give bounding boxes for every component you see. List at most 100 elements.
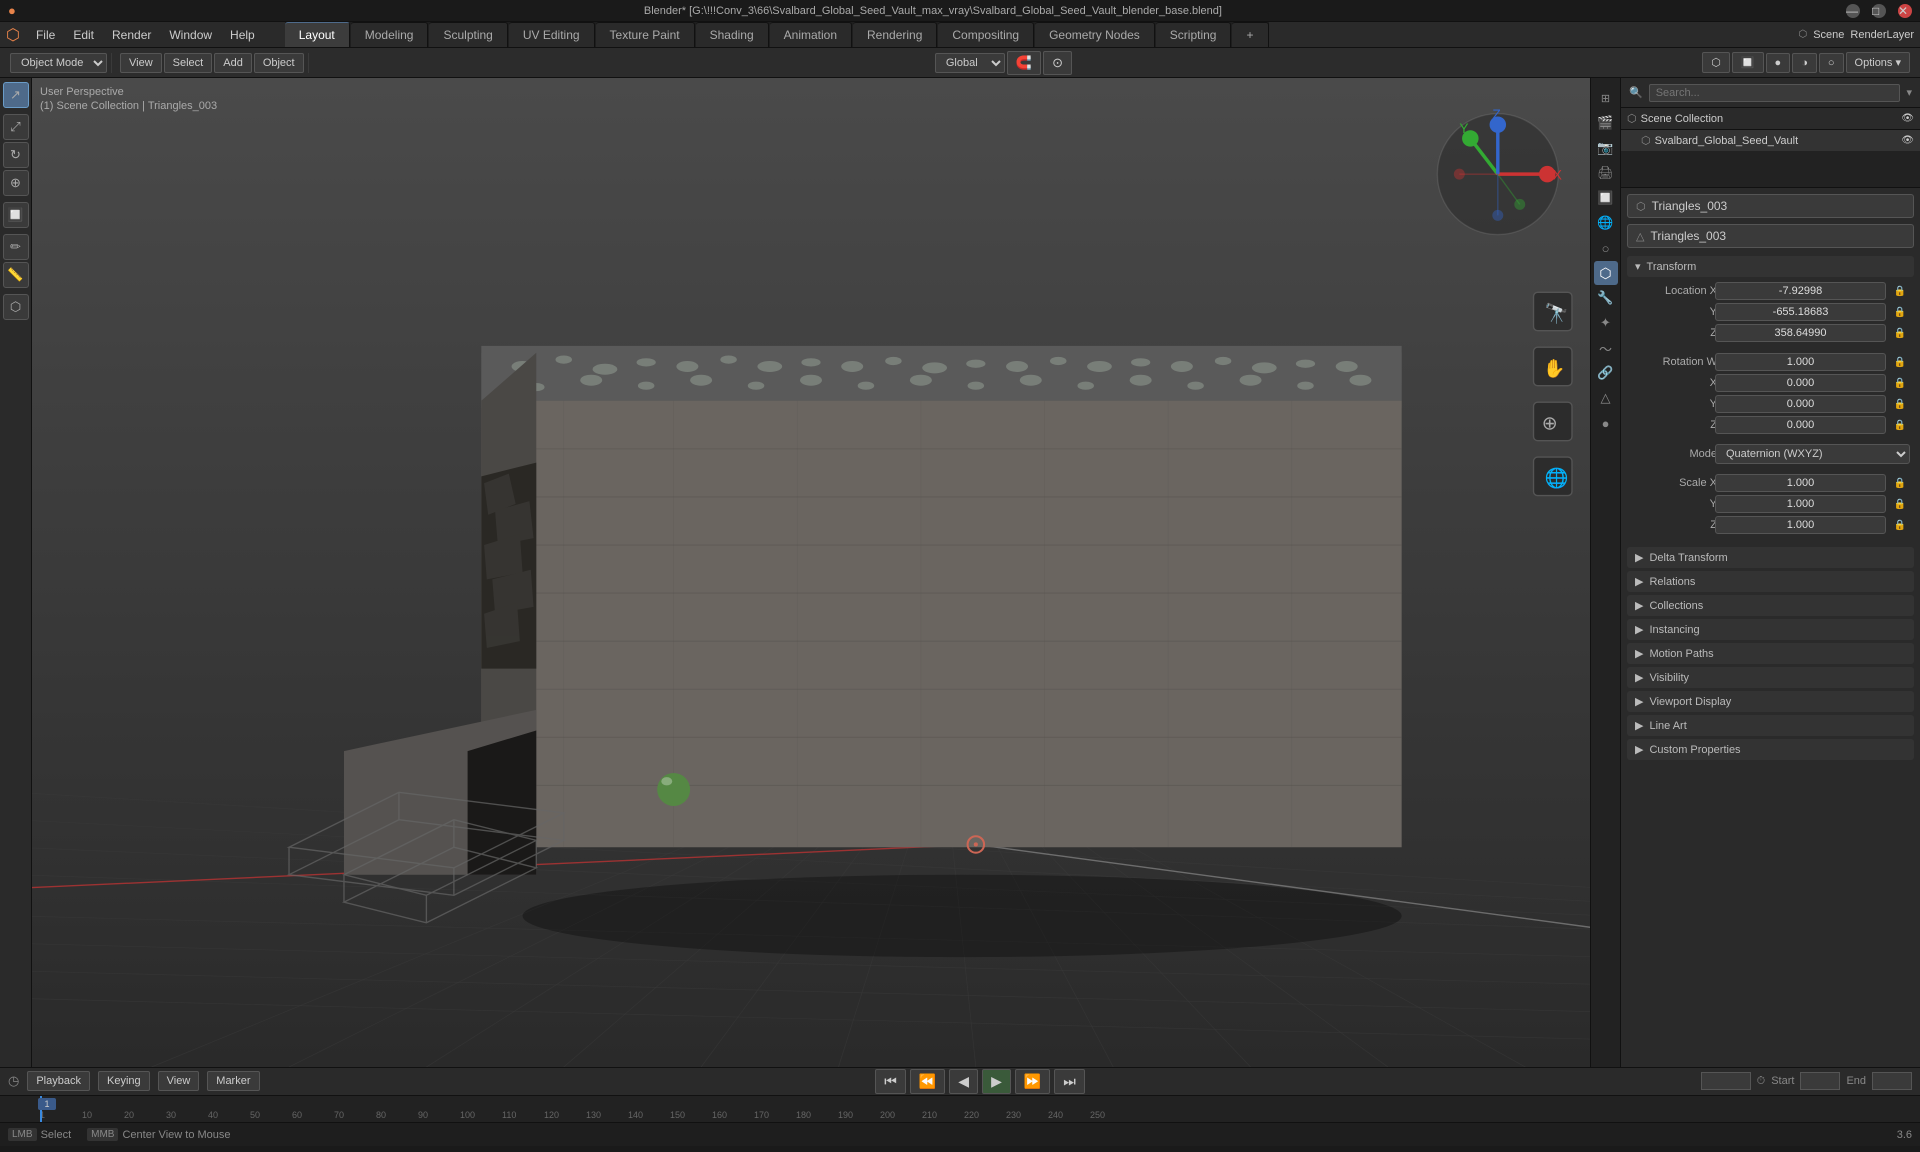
viewport-3d[interactable]: X Y Z 🔭 [32, 78, 1590, 1067]
menu-file[interactable]: File [28, 26, 63, 44]
jump-end-btn[interactable]: ⏭ [1054, 1069, 1085, 1094]
playback-btn[interactable]: Playback [27, 1071, 90, 1091]
overlay-btn[interactable]: ⬡ [1702, 52, 1730, 73]
transform-section-header[interactable]: ▾ Transform [1627, 256, 1914, 277]
tool-select[interactable]: ↗ [3, 82, 29, 108]
location-z-lock[interactable]: 🔒 [1890, 328, 1910, 339]
sub-object-name-display[interactable]: Triangles_003 [1650, 229, 1726, 243]
object-name-outliner[interactable]: Svalbard_Global_Seed_Vault [1655, 135, 1799, 147]
rotation-mode-select[interactable]: Quaternion (WXYZ) XYZ Euler Axis Angle [1715, 444, 1910, 464]
menu-help[interactable]: Help [222, 26, 263, 44]
tab-compositing[interactable]: Compositing [938, 22, 1034, 47]
viewport-shading-solid[interactable]: ● [1766, 53, 1791, 73]
rotation-x-lock[interactable]: 🔒 [1890, 378, 1910, 389]
viewport-shading-rendered[interactable]: ○ [1819, 53, 1844, 73]
rotation-x-value[interactable]: 0.000 [1715, 374, 1886, 392]
timeline-view-btn[interactable]: View [158, 1071, 200, 1091]
line-art-section[interactable]: ▶ Line Art [1627, 715, 1914, 736]
tool-transform[interactable]: 🔲 [3, 202, 29, 228]
view-btn[interactable]: View [120, 53, 162, 73]
prop-icon-world[interactable]: ○ [1594, 236, 1618, 260]
play-btn[interactable]: ▶ [982, 1069, 1011, 1094]
scale-z-lock[interactable]: 🔒 [1890, 520, 1910, 531]
object-btn[interactable]: Object [254, 53, 304, 73]
props-filter-icon[interactable]: ▾ [1906, 86, 1912, 99]
timeline-strip[interactable]: 1 1 10 20 30 40 50 60 70 80 90 100 110 1… [0, 1096, 1920, 1123]
tab-shading[interactable]: Shading [696, 22, 769, 47]
scale-x-lock[interactable]: 🔒 [1890, 478, 1910, 489]
render-layer-label[interactable]: RenderLayer [1850, 29, 1914, 41]
keying-btn[interactable]: Keying [98, 1071, 150, 1091]
select-btn[interactable]: Select [164, 53, 213, 73]
rotation-w-lock[interactable]: 🔒 [1890, 357, 1910, 368]
motion-paths-section[interactable]: ▶ Motion Paths [1627, 643, 1914, 664]
add-btn[interactable]: Add [214, 53, 252, 73]
prop-icon-scene[interactable]: 🎬 [1594, 111, 1618, 135]
location-z-value[interactable]: 358.64990 [1715, 324, 1886, 342]
tool-rotate[interactable]: ↻ [3, 142, 29, 168]
delta-transform-section[interactable]: ▶ Delta Transform [1627, 547, 1914, 568]
menu-render[interactable]: Render [104, 26, 159, 44]
prop-icon-material[interactable]: ● [1594, 411, 1618, 435]
step-back-btn[interactable]: ⏪ [910, 1069, 945, 1094]
location-x-value[interactable]: -7.92998 [1715, 282, 1886, 300]
rotation-z-lock[interactable]: 🔒 [1890, 420, 1910, 431]
tab-uv-editing[interactable]: UV Editing [509, 22, 595, 47]
object-mode-select[interactable]: Object Mode Edit Mode Sculpt Mode [10, 53, 107, 73]
maximize-btn[interactable]: □ [1872, 4, 1886, 18]
menu-window[interactable]: Window [161, 26, 220, 44]
global-select[interactable]: Global Local Normal [935, 53, 1005, 73]
tool-add-cube[interactable]: ⬡ [3, 294, 29, 320]
rotation-z-value[interactable]: 0.000 [1715, 416, 1886, 434]
minimize-btn[interactable]: — [1846, 4, 1860, 18]
eye-icon-obj[interactable]: 👁 [1901, 135, 1914, 146]
visibility-section[interactable]: ▶ Visibility [1627, 667, 1914, 688]
prop-icon-modifier[interactable]: 🔧 [1594, 286, 1618, 310]
prop-icon-data[interactable]: △ [1594, 386, 1618, 410]
scale-y-value[interactable]: 1.000 [1715, 495, 1886, 513]
rotation-y-lock[interactable]: 🔒 [1890, 399, 1910, 410]
location-x-lock[interactable]: 🔒 [1890, 286, 1910, 297]
location-y-value[interactable]: -655.18683 [1715, 303, 1886, 321]
scale-z-value[interactable]: 1.000 [1715, 516, 1886, 534]
viewport-display-section[interactable]: ▶ Viewport Display [1627, 691, 1914, 712]
tab-scripting[interactable]: Scripting [1156, 22, 1232, 47]
instancing-section[interactable]: ▶ Instancing [1627, 619, 1914, 640]
proportional-btn[interactable]: ⊙ [1043, 51, 1072, 75]
prop-icon-render[interactable]: 📷 [1594, 136, 1618, 160]
gizmo-btn[interactable]: 🔲 [1732, 52, 1764, 73]
step-forward-btn[interactable]: ⏩ [1015, 1069, 1050, 1094]
snap-btn[interactable]: 🧲 [1007, 51, 1041, 75]
prop-icon-constraints[interactable]: 🔗 [1594, 361, 1618, 385]
tab-sculpting[interactable]: Sculpting [429, 22, 507, 47]
options-btn[interactable]: Options ▾ [1846, 52, 1911, 73]
marker-btn[interactable]: Marker [207, 1071, 259, 1091]
scene-label[interactable]: Scene [1813, 29, 1844, 41]
rotation-y-value[interactable]: 0.000 [1715, 395, 1886, 413]
tool-annotate[interactable]: ✏ [3, 234, 29, 260]
end-frame-input[interactable]: 250 [1872, 1072, 1912, 1090]
tab-animation[interactable]: Animation [770, 22, 852, 47]
viewport-shading-material[interactable]: ◑ [1792, 53, 1817, 73]
tool-measure[interactable]: 📏 [3, 262, 29, 288]
tab-rendering[interactable]: Rendering [853, 22, 937, 47]
tool-move[interactable]: ⤢ [3, 114, 29, 140]
eye-icon[interactable]: 👁 [1901, 113, 1914, 124]
props-search-input[interactable] [1649, 84, 1901, 102]
prop-icon-object[interactable]: ⬡ [1594, 261, 1618, 285]
tab-modeling[interactable]: Modeling [351, 22, 429, 47]
location-y-lock[interactable]: 🔒 [1890, 307, 1910, 318]
tab-texture-paint[interactable]: Texture Paint [596, 22, 695, 47]
tool-scale[interactable]: ⊕ [3, 170, 29, 196]
prop-icon-outliner[interactable]: ⊞ [1594, 86, 1618, 110]
tab-add[interactable]: + [1232, 22, 1268, 47]
scale-x-value[interactable]: 1.000 [1715, 474, 1886, 492]
prop-icon-scene-props[interactable]: 🌐 [1594, 211, 1618, 235]
relations-section[interactable]: ▶ Relations [1627, 571, 1914, 592]
prop-icon-output[interactable]: 🖨 [1594, 161, 1618, 185]
collections-section[interactable]: ▶ Collections [1627, 595, 1914, 616]
tab-geometry-nodes[interactable]: Geometry Nodes [1035, 22, 1155, 47]
scale-y-lock[interactable]: 🔒 [1890, 499, 1910, 510]
menu-edit[interactable]: Edit [65, 26, 102, 44]
current-frame-input[interactable]: 1 [1701, 1072, 1751, 1090]
